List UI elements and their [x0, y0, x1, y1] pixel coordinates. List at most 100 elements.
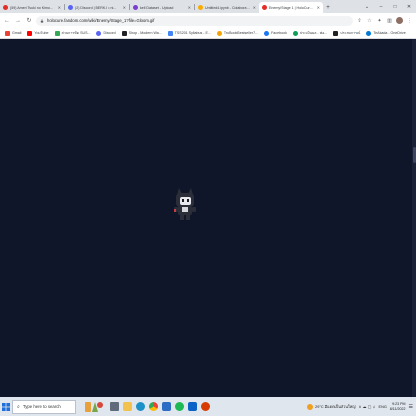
- extensions-icon[interactable]: ✦: [376, 17, 383, 24]
- chrome-icon[interactable]: [149, 402, 158, 411]
- bookmarks-bar: Gmail YouTube ส่วนการขัด SUS... Discord …: [0, 28, 416, 39]
- bookmark-label: Shop - Modern Wa...: [128, 31, 162, 35]
- reload-button[interactable]: ↻: [25, 17, 33, 25]
- bookmark-trubook[interactable]: TruBookBestseller7...: [216, 30, 259, 36]
- tab-discord[interactable]: (2) Discord | BERK.I • ni... ✕: [65, 2, 129, 13]
- tab-label: Enemy/Stage 1 | HoloCure Wiki: [269, 5, 315, 10]
- book-icon: [216, 30, 222, 36]
- store-icon[interactable]: [162, 402, 171, 411]
- mail-icon[interactable]: [188, 402, 197, 411]
- pinned-apps: [110, 402, 210, 411]
- bookmark-star-icon[interactable]: ☆: [366, 17, 373, 24]
- spotify-icon[interactable]: [175, 402, 184, 411]
- bookmark-facebook[interactable]: Facebook: [264, 30, 287, 36]
- menu-icon[interactable]: ⋮: [406, 17, 413, 24]
- image-viewer: [0, 39, 412, 397]
- photos-icon[interactable]: [201, 402, 210, 411]
- tab-close-icon[interactable]: ✕: [123, 5, 126, 10]
- weather-text: 29°C มีแดดเป็นส่วนใหญ่: [315, 404, 356, 409]
- tab-search-chevron-icon[interactable]: ⌄: [360, 0, 374, 13]
- minimize-button[interactable]: –: [374, 0, 388, 13]
- page-scrollbar[interactable]: [412, 39, 416, 397]
- bookmark-label: Facebook: [271, 31, 287, 35]
- system-tray: 29°C มีแดดเป็นส่วนใหญ่ ∧ ☁ ▢ ♫ ENG 9:23 …: [307, 397, 416, 416]
- task-view-icon[interactable]: [110, 402, 119, 411]
- tab-dataset-upload[interactable]: kell Dataset - Upload ✕: [130, 2, 194, 13]
- back-button[interactable]: ←: [3, 17, 11, 25]
- bookmark-syllabus[interactable]: TSS201 Syllabus - E...: [167, 30, 211, 36]
- lock-icon[interactable]: [40, 18, 44, 23]
- address-bar[interactable]: holocure.fandom.com/wiki/Enemy/Stage_1?f…: [36, 15, 353, 26]
- bookmark-youtube[interactable]: YouTube: [27, 30, 49, 36]
- bookmark-evaluation[interactable]: ประเมินผล - ฟอ...: [292, 30, 328, 36]
- bookmark-shop[interactable]: Shop - Modern Wa...: [121, 30, 162, 36]
- sheet-icon: [54, 30, 60, 36]
- youtube-icon: [27, 30, 33, 36]
- onedrive-icon: [366, 30, 372, 36]
- bookmark-label: Gmail: [12, 31, 22, 35]
- tab-youtube[interactable]: (59) Ameri Tsuki no Kimo... ✕: [0, 2, 64, 13]
- file-explorer-icon[interactable]: [123, 402, 132, 411]
- bookmark-label: TruBookBestseller7...: [223, 31, 259, 35]
- side-panel-icon[interactable]: ▥: [386, 17, 393, 24]
- fandom-favicon-icon: [262, 5, 267, 10]
- profile-avatar[interactable]: [396, 17, 403, 24]
- maximize-button[interactable]: □: [388, 0, 402, 13]
- language-indicator[interactable]: ENG: [379, 405, 387, 409]
- tab-strip: (59) Ameri Tsuki no Kimo... ✕ (2) Discor…: [0, 0, 416, 13]
- clock[interactable]: 9:23 PM 8/11/2022: [390, 402, 406, 411]
- tab-label: Untitled4.ipynb - Colaboratory: [205, 5, 251, 10]
- bookmark-sus[interactable]: ส่วนการขัด SUS...: [54, 30, 91, 36]
- tab-holocure-wiki[interactable]: Enemy/Stage 1 | HoloCure Wiki ✕: [259, 2, 323, 13]
- url-text[interactable]: holocure.fandom.com/wiki/Enemy/Stage_1?f…: [47, 18, 154, 23]
- shop-icon: [121, 30, 127, 36]
- bookmark-onedrive[interactable]: TeAkada - OneDrive: [366, 30, 406, 36]
- share-icon[interactable]: ⇧: [356, 17, 363, 24]
- tab-label: (2) Discord | BERK.I • ni...: [75, 5, 117, 10]
- toolbar-icons: ⇧ ☆ ✦ ▥ ⋮: [356, 17, 413, 24]
- edge-icon[interactable]: [136, 402, 145, 411]
- scrollbar-thumb[interactable]: [412, 147, 416, 163]
- search-highlight-image[interactable]: [82, 399, 104, 415]
- bookmark-label: YouTube: [34, 31, 49, 35]
- gmail-icon: [5, 30, 10, 36]
- doc-icon: [167, 30, 173, 36]
- form-icon: [292, 30, 298, 36]
- discord-icon: [96, 30, 102, 36]
- bookmark-label: ประสบการณ์: [340, 31, 361, 35]
- facebook-icon: [264, 30, 270, 36]
- bookmark-gmail[interactable]: Gmail: [5, 30, 22, 36]
- upload-favicon-icon: [133, 5, 138, 10]
- new-tab-button[interactable]: +: [323, 2, 333, 13]
- forward-button[interactable]: →: [14, 17, 22, 25]
- search-placeholder: Type here to search: [22, 404, 61, 409]
- bookmark-label: TeAkada - OneDrive: [373, 31, 406, 35]
- bookmark-label: ประเมินผล - ฟอ...: [299, 31, 328, 35]
- windows-logo-icon: [2, 402, 10, 411]
- tab-label: (59) Ameri Tsuki no Kimo...: [10, 5, 53, 10]
- window-controls: ⌄ – □ ✕: [360, 0, 416, 13]
- clock-date: 8/11/2022: [389, 406, 406, 411]
- sun-icon: [307, 403, 314, 410]
- browser-toolbar: ← → ↻ holocure.fandom.com/wiki/Enemy/Sta…: [0, 13, 416, 28]
- colab-favicon-icon: [198, 5, 203, 10]
- tab-close-icon[interactable]: ✕: [188, 5, 191, 10]
- tab-close-icon[interactable]: ✕: [317, 5, 320, 10]
- gloom-sprite-image: [174, 188, 196, 220]
- start-button[interactable]: [0, 397, 12, 416]
- tray-icons[interactable]: ∧ ☁ ▢ ♫: [359, 404, 376, 409]
- tab-close-icon[interactable]: ✕: [253, 5, 256, 10]
- page-icon: [333, 30, 339, 36]
- weather-widget[interactable]: 29°C มีแดดเป็นส่วนใหญ่: [307, 403, 356, 410]
- youtube-favicon-icon: [3, 5, 8, 10]
- bookmark-discord[interactable]: Discord: [96, 30, 116, 36]
- bookmark-label: ส่วนการขัด SUS...: [61, 31, 91, 35]
- taskbar-search-box[interactable]: ⌕ Type here to search: [12, 399, 76, 414]
- tab-label: kell Dataset - Upload: [140, 5, 174, 10]
- close-button[interactable]: ✕: [402, 0, 416, 13]
- bookmark-experience[interactable]: ประสบการณ์: [333, 30, 360, 36]
- tab-colab[interactable]: Untitled4.ipynb - Colaboratory ✕: [195, 2, 259, 13]
- search-icon: ⌕: [17, 403, 20, 410]
- notification-icon[interactable]: ☰: [409, 404, 413, 410]
- tab-close-icon[interactable]: ✕: [58, 5, 61, 10]
